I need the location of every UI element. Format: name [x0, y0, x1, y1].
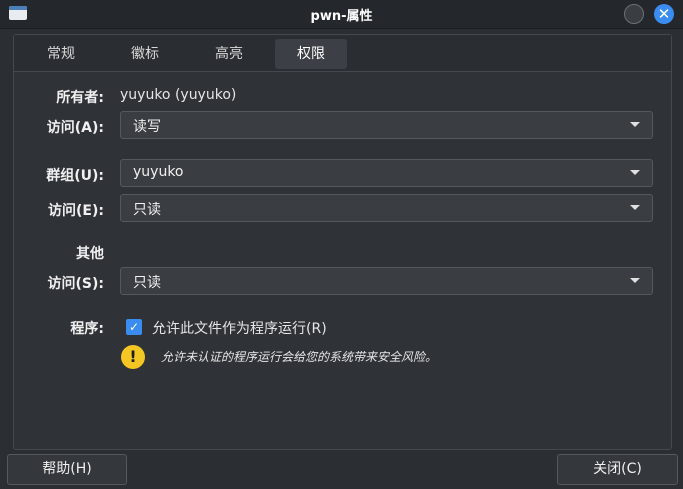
others-access-dropdown[interactable]: 只读	[120, 267, 653, 295]
checkmark-icon: ✓	[128, 320, 140, 334]
owner-access-dropdown[interactable]: 读写	[120, 111, 653, 139]
minimize-icon[interactable]	[624, 4, 644, 24]
others-label: 其他	[76, 246, 104, 262]
execute-checkbox[interactable]: ✓	[126, 319, 142, 335]
group-access-label: 访问(E):	[48, 203, 104, 219]
close-button[interactable]: 关闭(C)	[557, 454, 678, 485]
others-access-value: 只读	[133, 275, 161, 291]
chevron-down-icon	[630, 205, 640, 210]
close-icon[interactable]: ✕	[654, 4, 674, 24]
group-access-value: 只读	[133, 202, 161, 218]
execute-checkbox-label[interactable]: 允许此文件作为程序运行(R)	[152, 318, 327, 338]
owner-value: yuyuko (yuyuko)	[120, 87, 237, 103]
tab-general[interactable]: 常规	[26, 39, 96, 69]
tab-emblems[interactable]: 徽标	[110, 39, 180, 69]
properties-panel: 常规 徽标 高亮 权限	[13, 34, 672, 450]
chevron-down-icon	[630, 122, 640, 127]
window-title: pwn-属性	[310, 9, 373, 24]
chevron-down-icon	[630, 278, 640, 283]
tab-highlight[interactable]: 高亮	[194, 39, 264, 69]
warning-icon: !	[121, 345, 145, 369]
owner-access-label: 访问(A):	[46, 120, 104, 136]
help-button[interactable]: 帮助(H)	[7, 454, 127, 485]
owner-label: 所有者:	[56, 90, 104, 106]
group-value: yuyuko	[133, 164, 184, 180]
program-label: 程序:	[70, 321, 104, 337]
group-access-dropdown[interactable]: 只读	[120, 194, 653, 222]
group-label: 群组(U):	[46, 168, 104, 184]
tab-permissions[interactable]: 权限	[275, 39, 347, 69]
others-access-label: 访问(S):	[47, 276, 104, 292]
owner-access-value: 读写	[133, 119, 161, 135]
tab-bar: 常规 徽标 高亮 权限	[14, 35, 671, 72]
title-bar: pwn-属性 ✕	[0, 0, 683, 29]
chevron-down-icon	[630, 170, 640, 175]
warning-text: 允许未认证的程序运行会给您的系统带来安全风险。	[161, 350, 438, 364]
group-dropdown[interactable]: yuyuko	[120, 159, 653, 187]
